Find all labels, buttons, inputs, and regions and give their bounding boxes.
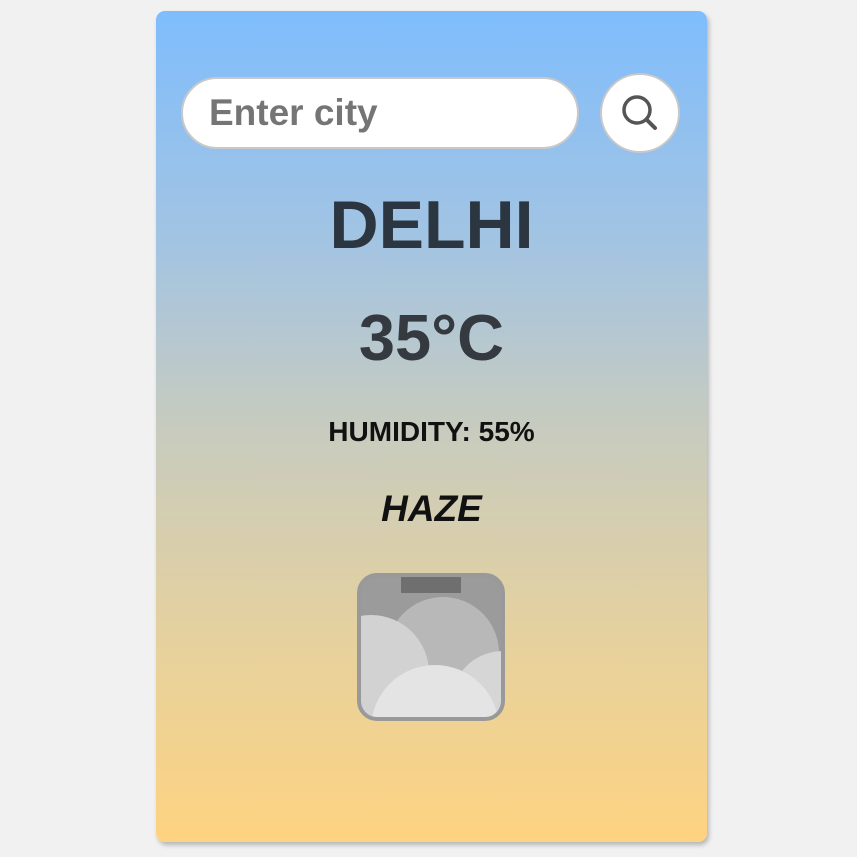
city-name: DELHI [329, 187, 534, 263]
search-button[interactable] [600, 73, 680, 153]
search-bar [181, 73, 681, 154]
temperature: 35°C [358, 301, 505, 374]
search-icon [622, 95, 657, 130]
haze-cloud-icon [357, 573, 505, 721]
weather-card: DELHI 35°C HUMIDITY: 55% HAZE [156, 11, 707, 842]
weather-condition: HAZE [381, 488, 482, 529]
humidity-label: HUMIDITY: 55% [328, 416, 535, 447]
city-search-input[interactable] [181, 77, 579, 149]
